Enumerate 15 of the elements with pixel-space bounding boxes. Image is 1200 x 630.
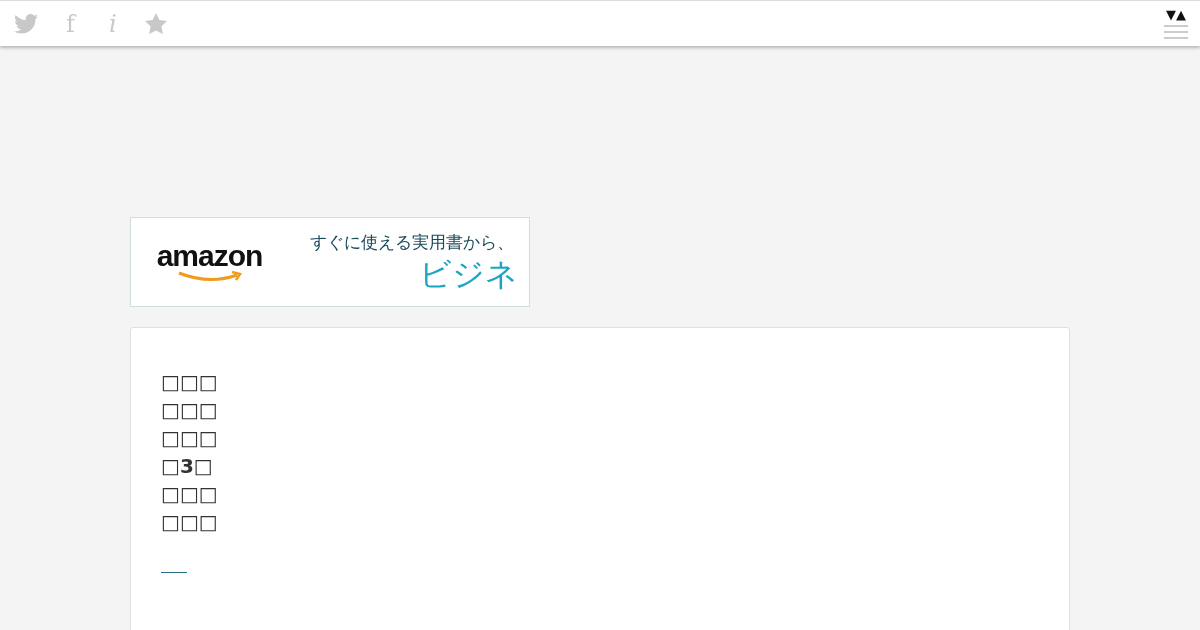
article-line: □□□ [161, 397, 219, 424]
article-line: □□□ [161, 425, 219, 452]
article-line: □3□ [161, 453, 214, 480]
logo-text: amazon [156, 241, 263, 271]
ad-tagline: すぐに使える実用書から、 [310, 230, 514, 254]
menu-icon[interactable] [1164, 23, 1188, 40]
article-line: □□□ [161, 369, 219, 396]
ad-headline: ビジネ [419, 253, 518, 294]
ad-banner[interactable]: amazon すぐに使える実用書から、 ビジネ [130, 217, 530, 307]
article-line: □□□ [161, 481, 219, 508]
article-line: □□□ [161, 509, 219, 536]
smile-arrow-icon [176, 271, 243, 283]
bird-icon[interactable] [14, 13, 38, 34]
toggle-arrows[interactable]: ▼▲ [1166, 7, 1186, 22]
star-icon[interactable] [144, 13, 167, 34]
